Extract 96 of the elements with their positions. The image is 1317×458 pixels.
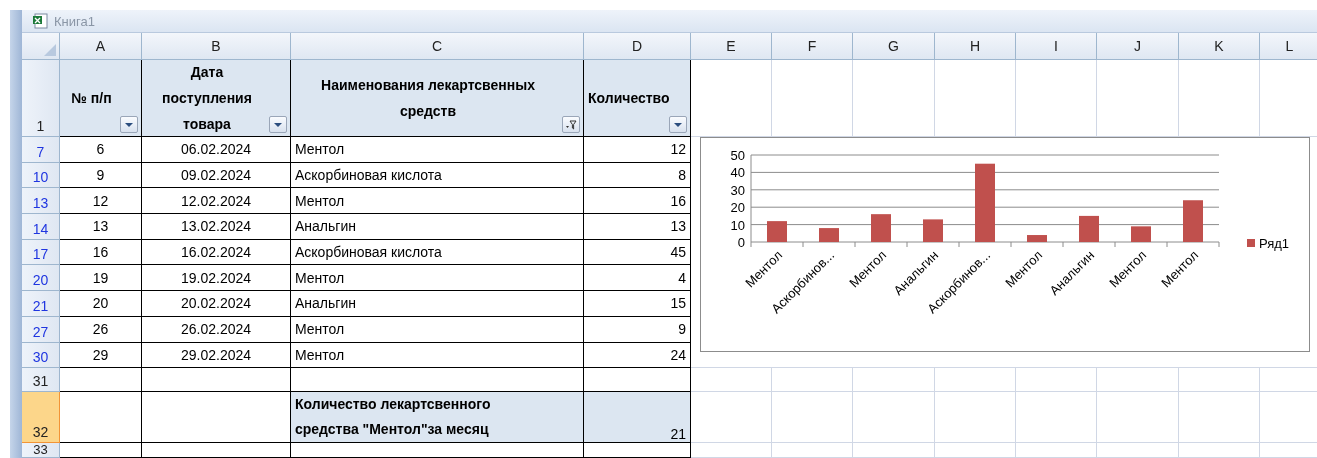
table-cell: Ментол — [291, 342, 584, 369]
table-cell: 20 — [60, 291, 142, 317]
column-header[interactable]: J — [1097, 33, 1179, 60]
table-cell: Аскорбиновая кислота — [291, 162, 584, 189]
legend-label: Ряд1 — [1259, 236, 1290, 251]
table-cell: 12.02.2024 — [142, 188, 291, 215]
row-header[interactable]: 32 — [22, 392, 60, 444]
column-header[interactable]: B — [142, 33, 291, 60]
table-cell: Анальгин — [291, 291, 584, 317]
bar — [1183, 200, 1203, 242]
row-header[interactable]: 14 — [22, 214, 60, 240]
table-cell: 26 — [60, 316, 142, 343]
table-cell: 9 — [584, 316, 691, 343]
filter-button[interactable] — [669, 116, 687, 133]
table-cell: Ментол — [291, 137, 584, 163]
table-cell: 16.02.2024 — [142, 239, 291, 266]
bar — [1131, 226, 1151, 242]
empty-cell[interactable] — [142, 368, 291, 393]
table-cell: 13.02.2024 — [142, 214, 291, 240]
table-cell: 6 — [60, 137, 142, 163]
column-header[interactable]: A — [60, 33, 142, 60]
column-header[interactable]: C — [291, 33, 584, 60]
axis-tick-label: 40 — [730, 165, 745, 181]
table-cell: 16 — [60, 239, 142, 266]
column-header[interactable]: D — [584, 33, 691, 60]
row-header[interactable]: 21 — [22, 291, 60, 317]
table-cell: 21 — [584, 392, 691, 444]
empty-cell[interactable] — [584, 443, 691, 458]
axis-tick-label: 50 — [730, 148, 745, 163]
table-cell: Анальгин — [291, 214, 584, 240]
column-title: Количество — [588, 89, 668, 108]
column-header[interactable]: I — [1016, 33, 1097, 60]
table-cell: 16 — [584, 188, 691, 215]
table-cell: 12 — [60, 188, 142, 215]
row-header[interactable]: 10 — [22, 162, 60, 189]
table-cell: 8 — [584, 162, 691, 189]
legend-swatch — [1247, 239, 1255, 247]
bar — [767, 221, 787, 242]
table-cell: 45 — [584, 239, 691, 266]
select-all-button[interactable] — [22, 33, 60, 60]
row-header[interactable]: 13 — [22, 188, 60, 215]
table-cell: 4 — [584, 265, 691, 292]
table-cell: Ментол — [291, 265, 584, 292]
row-header[interactable]: 20 — [22, 265, 60, 292]
spreadsheet-icon — [32, 13, 48, 29]
empty-cell[interactable] — [142, 443, 291, 458]
row-header[interactable]: 30 — [22, 342, 60, 369]
column-header[interactable]: L — [1260, 33, 1317, 60]
table-cell: 19.02.2024 — [142, 265, 291, 292]
table-cell: 09.02.2024 — [142, 162, 291, 189]
column-title: Дата поступления товара — [161, 63, 253, 134]
column-header[interactable]: K — [1179, 33, 1260, 60]
filter-button[interactable] — [269, 116, 287, 133]
table-cell: 19 — [60, 265, 142, 292]
bar — [1079, 215, 1099, 242]
empty-cell[interactable] — [291, 443, 584, 458]
row-header[interactable]: 31 — [22, 368, 60, 393]
table-cell: 29.02.2024 — [142, 342, 291, 369]
row-header[interactable]: 33 — [22, 443, 60, 458]
column-header[interactable]: H — [935, 33, 1016, 60]
table-cell: 26.02.2024 — [142, 316, 291, 343]
axis-tick-label: 20 — [730, 200, 745, 216]
filter-icon — [565, 119, 577, 130]
filter-button[interactable] — [120, 116, 138, 133]
row-header[interactable]: 7 — [22, 137, 60, 163]
table-cell: 13 — [584, 214, 691, 240]
axis-tick-label: 0 — [737, 235, 745, 250]
table-cell: Ментол — [291, 316, 584, 343]
table-cell: 12 — [584, 137, 691, 163]
table-cell: 24 — [584, 342, 691, 369]
table-cell: 13 — [60, 214, 142, 240]
bar — [923, 219, 943, 242]
bar — [819, 228, 839, 242]
table-cell: Ментол — [291, 188, 584, 215]
filter-button[interactable] — [562, 116, 580, 133]
axis-tick-label: 10 — [730, 217, 745, 233]
column-header[interactable]: E — [691, 33, 772, 60]
table-cell: 06.02.2024 — [142, 137, 291, 163]
table-cell: 9 — [60, 162, 142, 189]
column-title: № п/п — [70, 89, 113, 108]
table-cell: 29 — [60, 342, 142, 369]
axis-tick-label: 30 — [730, 182, 745, 198]
bar — [1027, 235, 1047, 242]
table-cell: Аскорбиновая кислота — [291, 239, 584, 266]
table-cell: 15 — [584, 291, 691, 317]
corner-triangle-icon — [43, 43, 57, 57]
bar — [871, 214, 891, 242]
table-cell: 20.02.2024 — [142, 291, 291, 317]
column-title: Наименования лекартсвенных средств — [320, 76, 536, 121]
column-header[interactable]: G — [853, 33, 935, 60]
table-cell: Количество лекартсвенного средства "Ментол"за месяц — [291, 392, 584, 444]
row-header[interactable]: 27 — [22, 316, 60, 343]
window-title: Книга1 — [54, 13, 95, 29]
row-header[interactable]: 17 — [22, 239, 60, 266]
column-header[interactable]: F — [772, 33, 853, 60]
row-header[interactable]: 1 — [22, 60, 60, 137]
